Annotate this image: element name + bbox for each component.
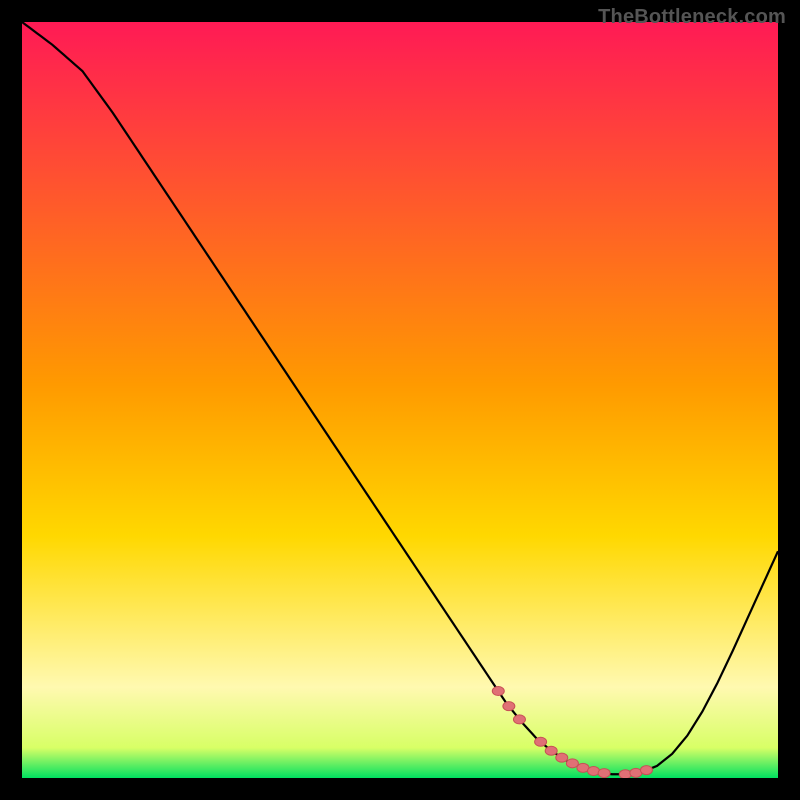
- chart-svg: [22, 22, 778, 778]
- valley-dot: [640, 766, 652, 775]
- valley-dot: [535, 737, 547, 746]
- valley-dot: [545, 746, 557, 755]
- valley-dot: [588, 767, 600, 776]
- valley-dot: [566, 759, 578, 768]
- valley-dot: [492, 687, 504, 696]
- watermark-text: TheBottleneck.com: [598, 6, 786, 29]
- valley-dot: [503, 702, 515, 711]
- valley-dot: [556, 753, 568, 762]
- gradient-background: [22, 22, 778, 778]
- valley-dot: [598, 769, 610, 778]
- chart-container: TheBottleneck.com: [0, 0, 800, 800]
- plot-area: [22, 22, 778, 778]
- valley-dot: [513, 715, 525, 724]
